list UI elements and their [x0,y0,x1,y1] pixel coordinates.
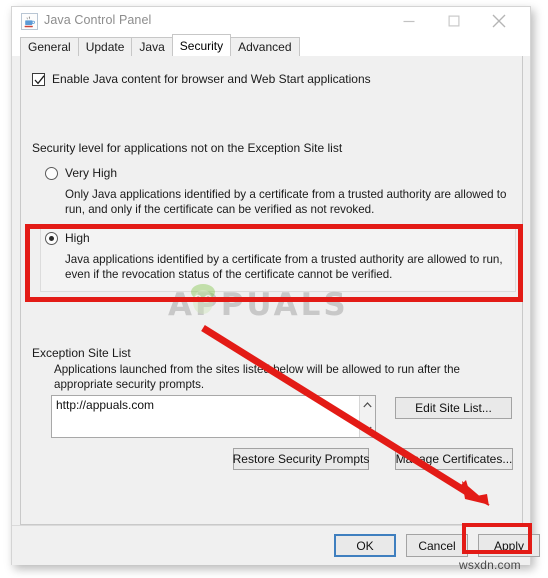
enable-java-content-label: Enable Java content for browser and Web … [52,72,371,86]
radio-very-high-label: Very High [65,166,118,180]
tab-strip: General Update Java Security Advanced [12,34,530,56]
edit-site-list-button[interactable]: Edit Site List... [395,397,512,419]
exception-site-list-heading: Exception Site List [32,346,131,360]
java-control-panel-window: Java Control Panel General Update Java S… [11,6,540,565]
ok-button[interactable]: OK [334,534,396,557]
cancel-button[interactable]: Cancel [406,534,468,557]
apply-button[interactable]: Apply [478,534,540,557]
tab-advanced[interactable]: Advanced [230,37,300,56]
site-list-scrollbar[interactable] [359,396,375,437]
chevron-down-icon[interactable] [360,421,375,436]
list-item[interactable]: http://appuals.com [56,398,154,412]
java-cup-icon [21,13,38,30]
restore-security-prompts-button[interactable]: Restore Security Prompts [233,448,369,470]
tab-update[interactable]: Update [77,37,133,56]
exception-site-list-box[interactable]: http://appuals.com [51,395,376,438]
enable-java-content-checkbox[interactable]: Enable Java content for browser and Web … [32,72,371,86]
security-level-heading: Security level for applications not on t… [32,141,343,155]
tab-general[interactable]: General [20,37,79,56]
checkbox-box [32,72,45,86]
close-icon[interactable] [476,7,521,35]
radio-very-high-circle [45,166,58,180]
minimize-icon[interactable] [386,7,431,35]
manage-certificates-button[interactable]: Manage Certificates... [395,448,513,470]
security-panel: Enable Java content for browser and Web … [20,56,523,525]
very-high-description: Only Java applications identified by a c… [65,188,507,216]
screenshot-root: Java Control Panel General Update Java S… [0,0,548,578]
tab-security[interactable]: Security [171,34,232,56]
chevron-up-icon[interactable] [360,397,375,412]
high-description: Java applications identified by a certif… [65,253,503,281]
tab-java[interactable]: Java [131,37,173,56]
maximize-icon[interactable] [431,7,476,35]
exception-site-list-description: Applications launched from the sites lis… [54,363,461,391]
radio-very-high[interactable]: Very High [45,166,117,180]
radio-high-label: High [65,231,90,245]
title-bar: Java Control Panel [12,7,530,36]
radio-high[interactable]: High [45,231,90,245]
window-title: Java Control Panel [44,13,152,27]
radio-high-circle [45,231,58,245]
